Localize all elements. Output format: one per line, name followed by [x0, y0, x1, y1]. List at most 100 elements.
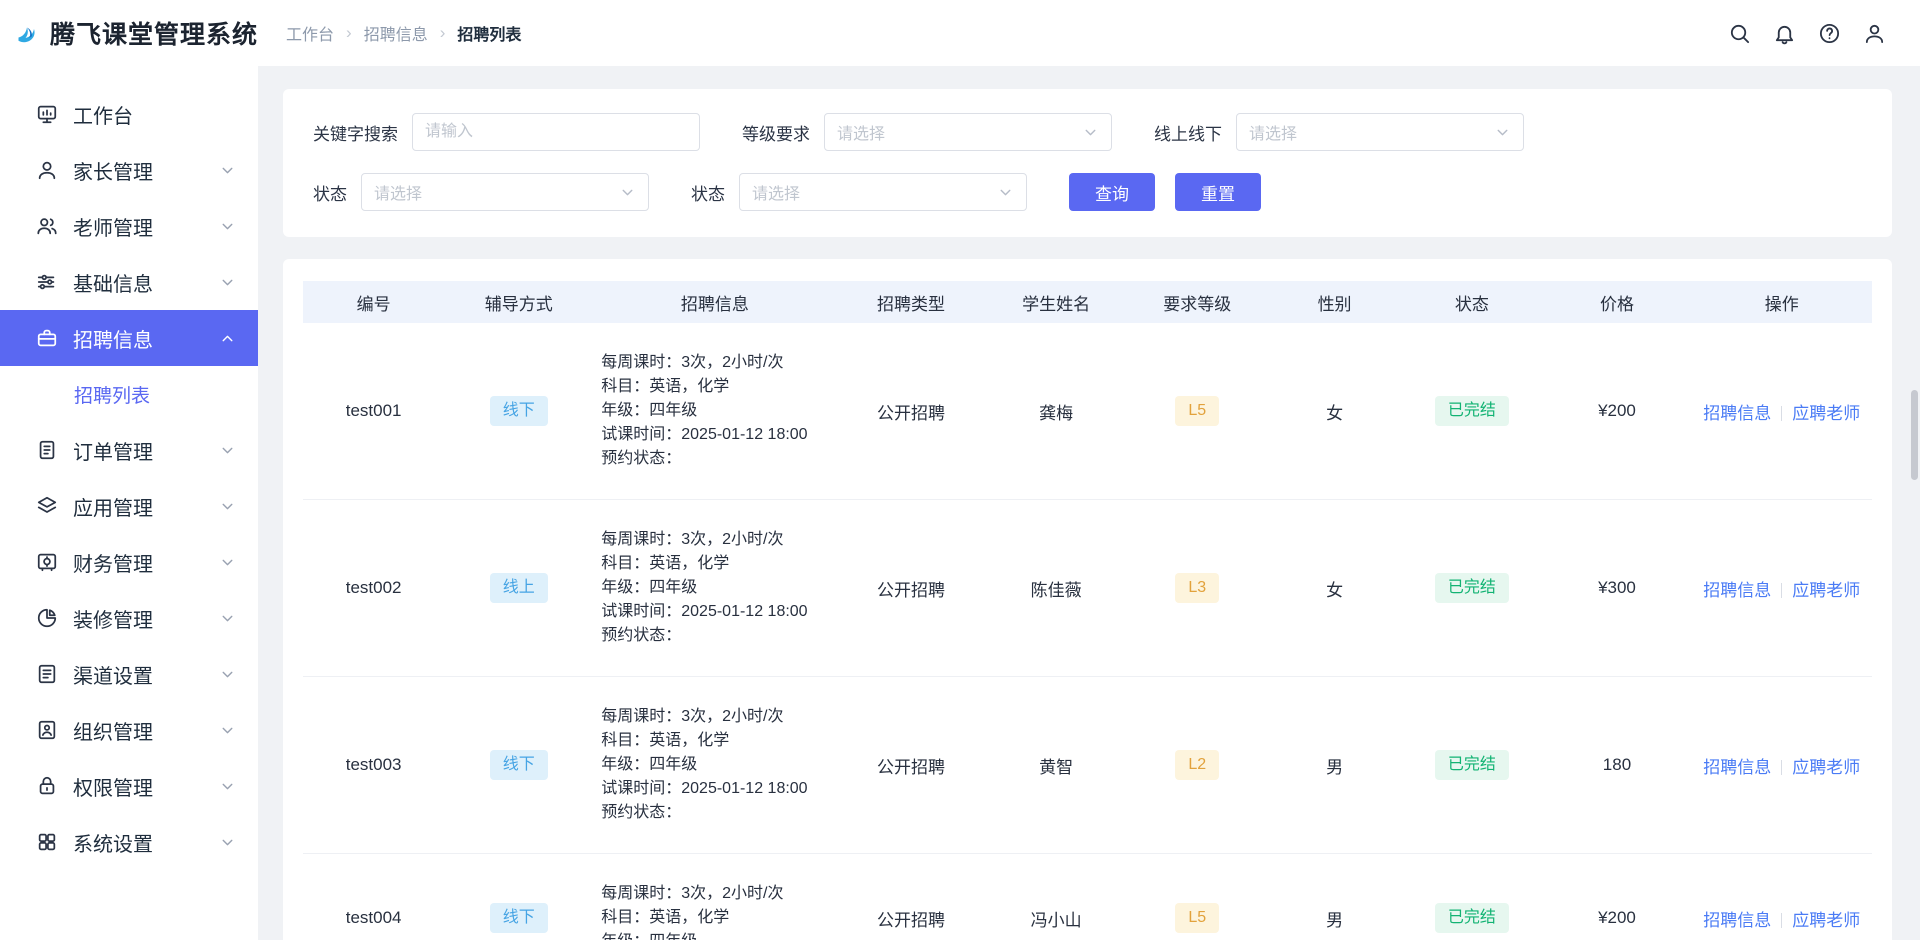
tutoring-mode-tag: 线下: [490, 750, 548, 780]
layers-icon: [36, 495, 58, 517]
column-header: 状态: [1401, 281, 1542, 323]
status-badge: 已完结: [1435, 573, 1509, 603]
level-tag: L5: [1175, 396, 1219, 426]
reset-button[interactable]: 重置: [1175, 173, 1261, 211]
teachers-icon: [36, 215, 58, 237]
lock-icon: [36, 775, 58, 797]
sidebar-item-parents[interactable]: 家长管理: [0, 142, 258, 198]
document-icon: [36, 439, 58, 461]
search-button[interactable]: 查询: [1069, 173, 1155, 211]
recruit-info-link[interactable]: 招聘信息: [1703, 581, 1771, 600]
chevron-down-icon: [1494, 124, 1511, 141]
sidebar-subitem-recruit-list[interactable]: 招聘列表: [0, 366, 258, 422]
chevron-down-icon: [219, 498, 236, 515]
level-select[interactable]: 请选择: [824, 113, 1112, 151]
chevron-down-icon: [219, 666, 236, 683]
status1-select[interactable]: 请选择: [361, 173, 649, 211]
sidebar-item-channels[interactable]: 渠道设置: [0, 646, 258, 702]
bell-icon[interactable]: [1773, 22, 1796, 45]
recruitment-info: 每周课时：3次，2小时/次 科目：英语，化学 年级：四年级: [593, 854, 836, 940]
sidebar-item-workbench[interactable]: 工作台: [0, 86, 258, 142]
sidebar-item-decoration[interactable]: 装修管理: [0, 590, 258, 646]
recruit-info-link[interactable]: 招聘信息: [1703, 758, 1771, 777]
apply-teacher-link[interactable]: 应聘老师: [1792, 911, 1860, 930]
level-tag: L2: [1175, 750, 1219, 780]
table-row: test002 线上 每周课时：3次，2小时/次 科目：英语，化学 年级：四年级…: [303, 500, 1872, 677]
chevron-down-icon: [619, 184, 636, 201]
sidebar: 工作台 家长管理 老师管理 基础信息 招聘信息: [0, 66, 258, 940]
recruitment-type: 公开招聘: [836, 854, 985, 940]
sidebar-item-teachers[interactable]: 老师管理: [0, 198, 258, 254]
sidebar-item-label: 渠道设置: [73, 660, 153, 689]
status-badge: 已完结: [1435, 903, 1509, 933]
table-row: test003 线下 每周课时：3次，2小时/次 科目：英语，化学 年级：四年级…: [303, 677, 1872, 854]
level-label: 等级要求: [742, 120, 810, 145]
keyword-input[interactable]: [412, 113, 700, 151]
sidebar-item-orders[interactable]: 订单管理: [0, 422, 258, 478]
chevron-down-icon: [997, 184, 1014, 201]
sidebar-item-organization[interactable]: 组织管理: [0, 702, 258, 758]
status1-filter-group: 状态 请选择: [313, 173, 649, 211]
breadcrumb-recruit-list: 招聘列表: [457, 21, 521, 45]
recruitment-info: 每周课时：3次，2小时/次 科目：英语，化学 年级：四年级 试课时间：2025-…: [593, 500, 836, 677]
sidebar-item-permissions[interactable]: 权限管理: [0, 758, 258, 814]
action-divider: [1781, 760, 1782, 775]
gender: 女: [1268, 500, 1401, 677]
student-name: 黄智: [985, 677, 1126, 854]
sidebar-item-label: 装修管理: [73, 604, 153, 633]
sidebar-item-settings[interactable]: 系统设置: [0, 814, 258, 870]
column-header: 性别: [1268, 281, 1401, 323]
select-placeholder: 请选择: [837, 120, 885, 144]
sidebar-item-label: 家长管理: [73, 156, 153, 185]
chevron-down-icon: [219, 442, 236, 459]
grid-icon: [36, 831, 58, 853]
content-area: 关键字搜索 等级要求 请选择 线上线下 请选择: [258, 66, 1920, 940]
status2-select[interactable]: 请选择: [739, 173, 1027, 211]
sidebar-item-finance[interactable]: 财务管理: [0, 534, 258, 590]
sidebar-item-recruitment[interactable]: 招聘信息: [0, 310, 258, 366]
topbar: 腾飞课堂管理系统 工作台 › 招聘信息 › 招聘列表: [0, 0, 1920, 66]
dashboard-icon: [36, 103, 58, 125]
recruitment-type: 公开招聘: [836, 500, 985, 677]
user-icon[interactable]: [1863, 22, 1886, 45]
gender: 男: [1268, 677, 1401, 854]
sliders-icon: [36, 271, 58, 293]
apply-teacher-link[interactable]: 应聘老师: [1792, 758, 1860, 777]
status1-label: 状态: [313, 180, 347, 205]
chevron-down-icon: [219, 610, 236, 627]
status2-filter-group: 状态 请选择: [691, 173, 1027, 211]
recruitment-info: 每周课时：3次，2小时/次 科目：英语，化学 年级：四年级 试课时间：2025-…: [593, 677, 836, 854]
chevron-down-icon: [219, 834, 236, 851]
apply-teacher-link[interactable]: 应聘老师: [1792, 404, 1860, 423]
app-title: 腾飞课堂管理系统: [50, 15, 258, 51]
breadcrumb-recruit-info[interactable]: 招聘信息: [364, 21, 428, 45]
briefcase-icon: [36, 327, 58, 349]
select-placeholder: 请选择: [374, 180, 422, 204]
row-id: test002: [303, 500, 444, 677]
tutoring-mode-tag: 线下: [490, 396, 548, 426]
recruitment-type: 公开招聘: [836, 677, 985, 854]
price: ¥200: [1542, 854, 1691, 940]
search-icon[interactable]: [1728, 22, 1751, 45]
table-body: test001 线下 每周课时：3次，2小时/次 科目：英语，化学 年级：四年级…: [303, 323, 1872, 940]
tutoring-mode-tag: 线上: [490, 573, 548, 603]
recruit-info-link[interactable]: 招聘信息: [1703, 404, 1771, 423]
help-icon[interactable]: [1818, 22, 1841, 45]
recruit-info-link[interactable]: 招聘信息: [1703, 911, 1771, 930]
sidebar-item-label: 财务管理: [73, 548, 153, 577]
action-divider: [1781, 583, 1782, 598]
main-layout: 工作台 家长管理 老师管理 基础信息 招聘信息: [0, 66, 1920, 940]
sidebar-item-basic-info[interactable]: 基础信息: [0, 254, 258, 310]
mode-select[interactable]: 请选择: [1236, 113, 1524, 151]
apply-teacher-link[interactable]: 应聘老师: [1792, 581, 1860, 600]
table-row: test004 线下 每周课时：3次，2小时/次 科目：英语，化学 年级：四年级…: [303, 854, 1872, 940]
keyword-label: 关键字搜索: [313, 120, 398, 145]
breadcrumb-workbench[interactable]: 工作台: [286, 21, 334, 45]
scrollbar[interactable]: [1911, 390, 1918, 480]
sidebar-item-label: 应用管理: [73, 492, 153, 521]
sidebar-item-label: 招聘信息: [73, 324, 153, 353]
breadcrumb-separator: ›: [346, 23, 352, 43]
sidebar-item-apps[interactable]: 应用管理: [0, 478, 258, 534]
mode-label: 线上线下: [1154, 120, 1222, 145]
student-name: 冯小山: [985, 854, 1126, 940]
